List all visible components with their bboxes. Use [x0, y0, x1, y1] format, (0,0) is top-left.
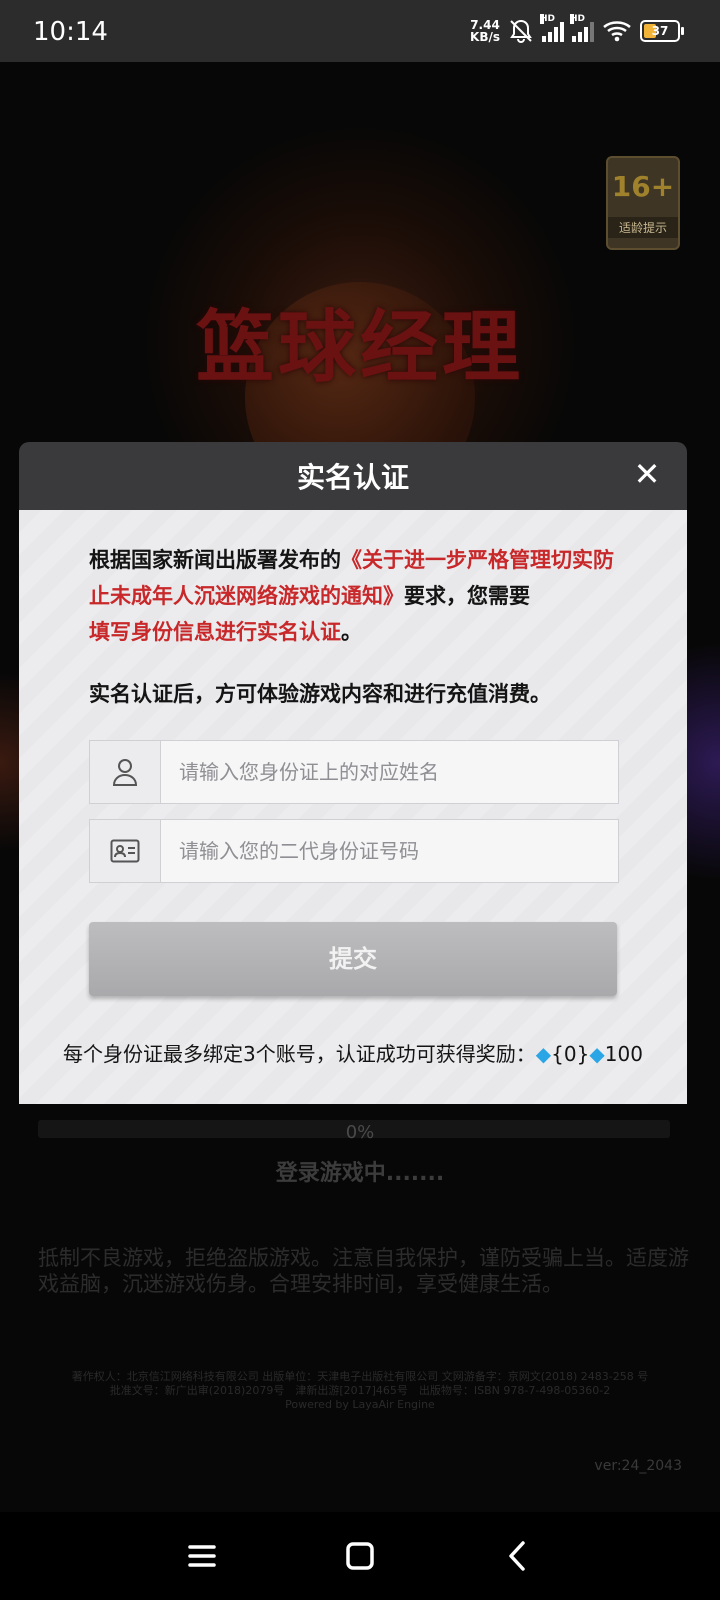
version-label: ver:24_2043	[594, 1458, 682, 1474]
bell-muted-icon	[510, 19, 532, 43]
back-icon[interactable]	[494, 1532, 542, 1580]
game-logo: 篮球经理	[195, 303, 524, 393]
person-icon	[90, 741, 161, 803]
id-number-input[interactable]	[161, 820, 618, 882]
signal-icon-sim1: HD	[540, 14, 564, 42]
policy-notice: 根据国家新闻出版署发布的《关于进一步严格管理切实防止未成年人沉迷网络游戏的通知》…	[89, 542, 619, 650]
home-icon[interactable]	[336, 1532, 384, 1580]
reward-text: 每个身份证最多绑定3个账号，认证成功可获得奖励：	[63, 1042, 536, 1066]
age-rating-badge[interactable]: 16+ 适龄提示	[606, 156, 680, 250]
copyright-info: 著作权人：北京信江网络科技有限公司 出版单位：天津电子出版社有限公司 文网游备字…	[8, 1370, 712, 1412]
health-notice: 抵制不良游戏，拒绝盗版游戏。注意自我保护，谨防受骗上当。适度游戏益脑，沉迷游戏伤…	[38, 1246, 689, 1296]
copyright-line: 批准文号：新广出审(2018)2079号 津新出游[2017]465号 出版物号…	[109, 1384, 611, 1397]
copyright-line: 著作权人：北京信江网络科技有限公司 出版单位：天津电子出版社有限公司 文网游备字…	[71, 1370, 649, 1383]
signal-icon-sim2: HD	[570, 14, 594, 42]
loading-status: 登录游戏中.......	[275, 1161, 445, 1186]
submit-button[interactable]: 提交	[89, 922, 617, 996]
hd-label: HD	[540, 14, 556, 24]
diamond-icon: ◆	[535, 1042, 552, 1066]
network-speed: 7.44 KB/s	[470, 19, 500, 43]
status-bar: 10:14 7.44 KB/s HD HD 37	[0, 0, 720, 62]
wifi-icon	[603, 21, 631, 42]
notice-highlight: 填写身份信息进行实名认证	[89, 620, 341, 644]
status-icons: 7.44 KB/s HD HD 37	[470, 14, 684, 48]
diamond-icon: ◆	[589, 1042, 605, 1066]
battery-level: 37	[651, 24, 669, 38]
name-field	[89, 740, 619, 804]
notice-text: 根据国家新闻出版署发布的	[89, 548, 341, 572]
navigation-bar	[0, 1512, 720, 1600]
age-rating: 16+	[611, 170, 675, 203]
hd-label: HD	[570, 14, 586, 24]
id-number-field	[89, 819, 619, 883]
reward-amount: 100	[604, 1042, 643, 1066]
engine-credit: Powered by LayaAir Engine	[285, 1398, 435, 1411]
status-time: 10:14	[33, 17, 108, 47]
loading-progress-text: 0%	[345, 1122, 375, 1143]
name-input[interactable]	[161, 741, 618, 803]
menu-icon[interactable]	[178, 1532, 226, 1580]
reward-info: 每个身份证最多绑定3个账号，认证成功可获得奖励：◆{0}◆100	[19, 1038, 687, 1067]
notice-text: 。	[341, 620, 362, 644]
reward-item: {0}	[551, 1042, 590, 1066]
notice-text: 要求，您需要	[404, 584, 530, 608]
age-rating-label: 适龄提示	[608, 217, 678, 238]
close-button[interactable]: ✕	[629, 456, 665, 492]
battery-icon: 37	[640, 20, 684, 42]
auth-requirement-text: 实名认证后，方可体验游戏内容和进行充值消费。	[89, 682, 551, 706]
network-speed-unit: KB/s	[470, 30, 500, 44]
id-card-icon	[90, 820, 161, 882]
real-name-auth-dialog: 实名认证 ✕ 根据国家新闻出版署发布的《关于进一步严格管理切实防止未成年人沉迷网…	[19, 442, 687, 1104]
dialog-title: 实名认证	[296, 461, 409, 494]
dialog-header: 实名认证 ✕	[19, 442, 687, 510]
dialog-body: 根据国家新闻出版署发布的《关于进一步严格管理切实防止未成年人沉迷网络游戏的通知》…	[19, 510, 687, 1104]
